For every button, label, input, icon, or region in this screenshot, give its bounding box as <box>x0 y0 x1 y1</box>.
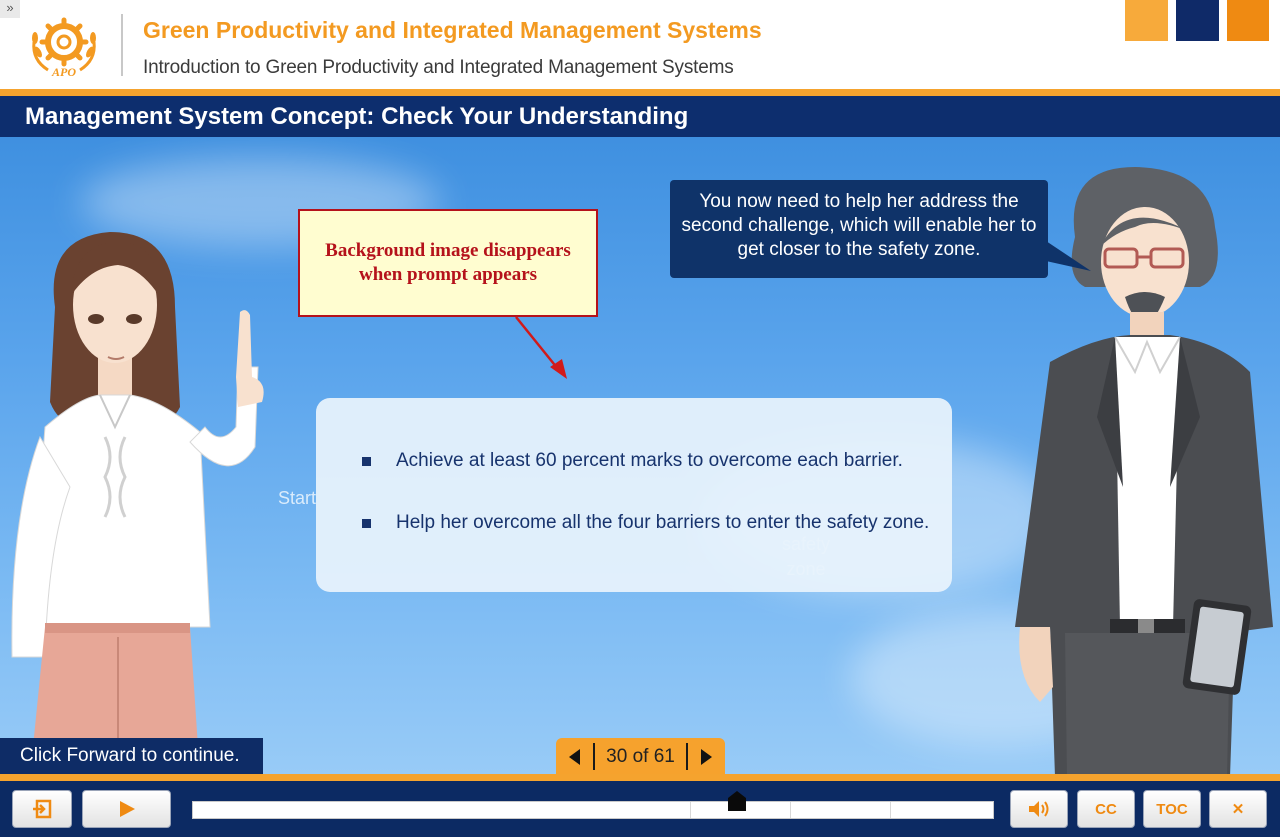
close-button[interactable]: ✕ <box>1209 790 1267 828</box>
progress-tick <box>890 802 891 818</box>
close-icon: ✕ <box>1231 801 1245 818</box>
slide-stage: Start safety zone <box>0 137 1280 774</box>
course-header: » APO Green Productivity and Integrated … <box>0 0 1280 90</box>
cc-label: CC <box>1095 800 1117 818</box>
prompt-panel: Achieve at least 60 percent marks to ove… <box>316 398 952 592</box>
annotation-arrow-icon <box>515 316 567 379</box>
brand-block-navy <box>1176 0 1219 41</box>
speaker-icon <box>1029 801 1049 817</box>
brand-block-light-orange <box>1125 0 1168 41</box>
exit-button[interactable] <box>12 790 72 828</box>
previous-slide-arrow-icon[interactable] <box>566 748 584 766</box>
brand-block-orange <box>1227 0 1269 41</box>
progress-tick <box>690 802 691 818</box>
toc-label: TOC <box>1156 800 1188 818</box>
controls-accent-rule <box>0 774 1280 781</box>
speech-bubble: You now need to help her address the sec… <box>670 180 1048 278</box>
play-button[interactable] <box>82 790 171 828</box>
header-divider <box>121 14 123 76</box>
course-title: Green Productivity and Integrated Manage… <box>143 17 762 43</box>
closed-captions-button[interactable]: CC <box>1077 790 1135 828</box>
expand-menu-icon[interactable]: » <box>0 0 20 18</box>
slide-pager: 30 of 61 <box>556 738 725 774</box>
audio-button[interactable] <box>1010 790 1068 828</box>
bullet-square-icon <box>362 518 371 528</box>
speech-bubble-tail <box>1046 241 1091 271</box>
next-slide-arrow-icon[interactable] <box>697 748 715 766</box>
prompt-item-text: Help her overcome all the four barriers … <box>396 512 930 533</box>
slide-counter: 30 of 61 <box>606 746 675 767</box>
header-accent-rule <box>0 89 1280 96</box>
annotation-callout-text: Background image disappears when prompt … <box>325 240 571 285</box>
annotation-callout: Background image disappears when prompt … <box>298 209 598 317</box>
progress-tick <box>790 802 791 818</box>
progress-scrubber-handle[interactable] <box>728 791 747 811</box>
prompt-item-text: Achieve at least 60 percent marks to ove… <box>396 450 903 471</box>
prompt-item: Achieve at least 60 percent marks to ove… <box>362 450 903 472</box>
player-control-bar: CC TOC ✕ <box>0 781 1280 837</box>
woman-character-illustration <box>11 232 264 774</box>
slide-title: Management System Concept: Check Your Un… <box>25 103 689 130</box>
apo-logo: APO <box>28 12 100 79</box>
bullet-square-icon <box>362 456 371 466</box>
prompt-item: Help her overcome all the four barriers … <box>362 512 930 534</box>
table-of-contents-button[interactable]: TOC <box>1143 790 1201 828</box>
progress-track[interactable] <box>192 801 994 819</box>
course-subtitle: Introduction to Green Productivity and I… <box>143 57 734 78</box>
pager-separator <box>686 743 688 770</box>
exit-icon <box>33 799 52 819</box>
slide-title-bar: Management System Concept: Check Your Un… <box>0 96 1280 137</box>
play-icon <box>119 801 135 817</box>
instruction-label: Click Forward to continue. <box>0 738 263 774</box>
logo-text: APO <box>51 65 76 78</box>
